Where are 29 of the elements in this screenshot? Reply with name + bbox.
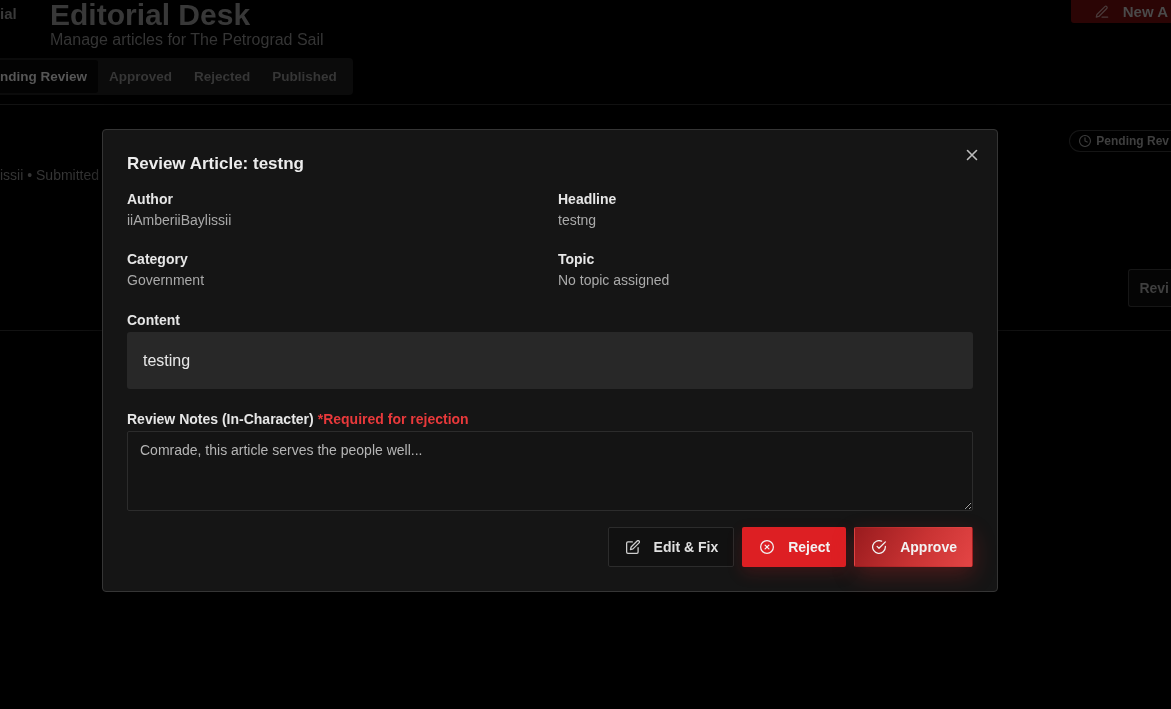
check-circle-icon: [872, 540, 887, 554]
status-label: Pending Rev: [1096, 134, 1169, 148]
field-label: Author: [127, 190, 173, 209]
field-label: Content: [127, 311, 180, 330]
field-value: testng: [558, 211, 597, 230]
filter-tab[interactable]: nding Review: [0, 60, 98, 93]
dialog-title: Review Article: testng: [127, 153, 304, 175]
edit-icon: [625, 540, 640, 554]
clock-icon: [1079, 135, 1092, 147]
field-label: Review Notes (In-Character): [127, 410, 314, 429]
reject-button[interactable]: Reject: [742, 527, 847, 567]
page-title: Editorial Desk: [50, 0, 251, 30]
field-value: Government: [127, 271, 205, 290]
field-label: Category: [127, 250, 188, 269]
review-notes-field[interactable]: Comrade, this article serves the people well...: [127, 431, 973, 511]
review-button[interactable]: Revi: [1128, 269, 1171, 307]
close-icon[interactable]: [966, 149, 978, 161]
brand-name: ial: [0, 4, 18, 24]
content-panel: testing: [127, 332, 973, 389]
required-note: *Required for rejection: [317, 410, 469, 429]
edit-button[interactable]: Edit & Fix: [607, 527, 735, 567]
approve-button[interactable]: Approve: [854, 527, 973, 567]
field-label: Topic: [558, 250, 595, 269]
x-circle-icon: [760, 540, 775, 554]
field-value: iiAmberiiBaylissii: [127, 211, 232, 230]
new-article-button[interactable]: New A: [1070, 0, 1171, 23]
field-label: Headline: [558, 190, 617, 209]
field-value: No topic assigned: [558, 271, 670, 290]
pen-icon: [1094, 4, 1109, 19]
